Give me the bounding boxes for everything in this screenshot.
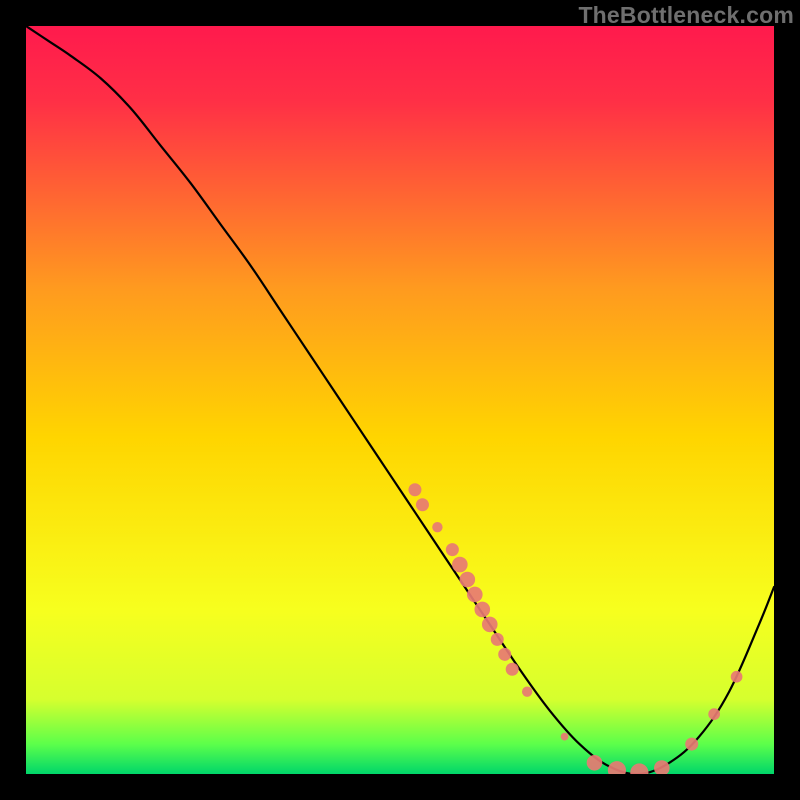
chart-frame: TheBottleneck.com (0, 0, 800, 800)
data-dots (26, 26, 774, 774)
plot-area (26, 26, 774, 774)
watermark-text: TheBottleneck.com (578, 2, 794, 29)
